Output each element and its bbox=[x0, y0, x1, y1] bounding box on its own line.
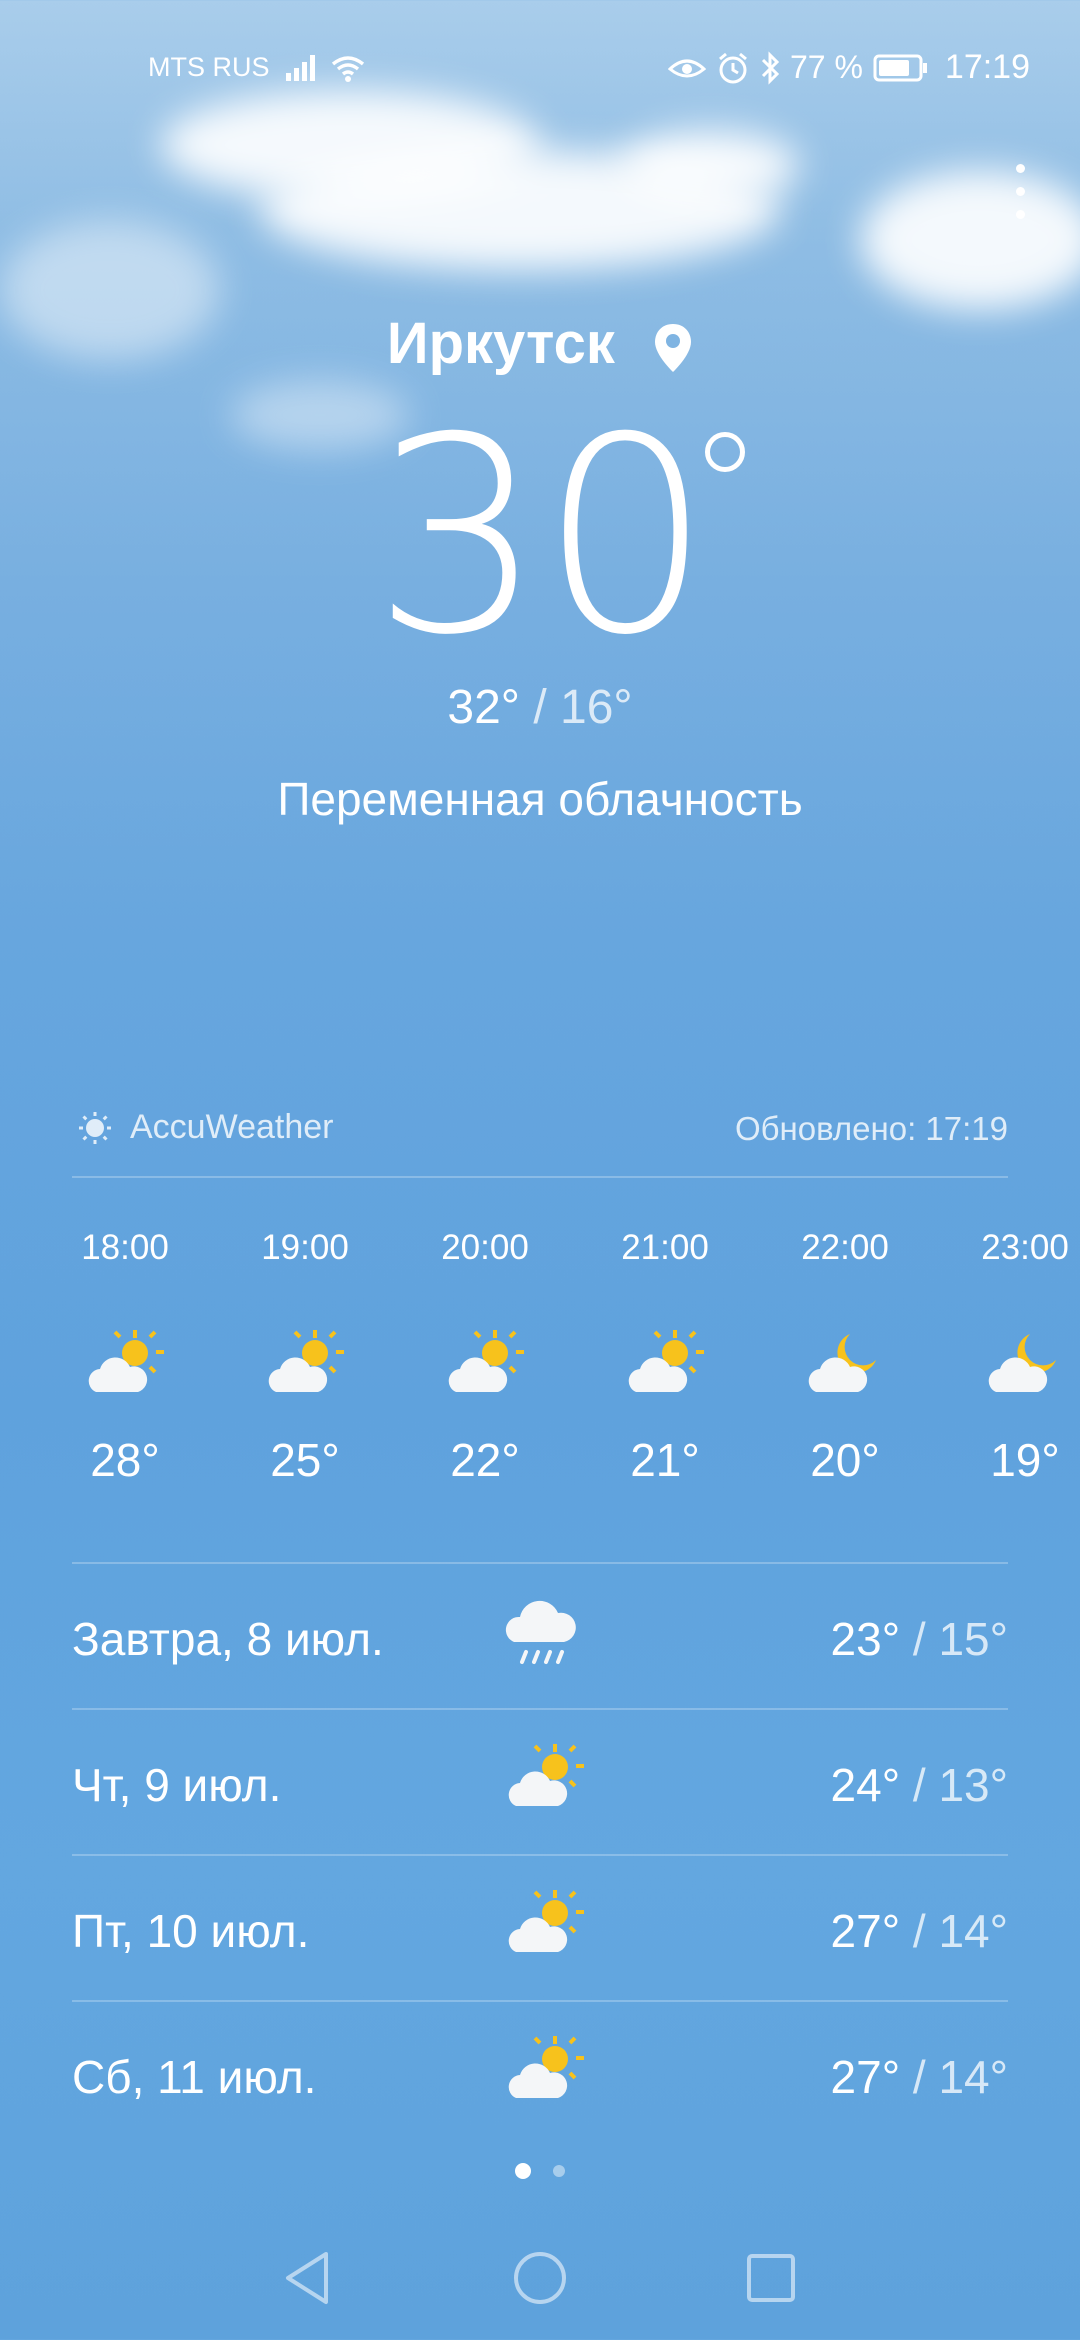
back-icon[interactable] bbox=[282, 2250, 332, 2306]
degree-symbol bbox=[705, 432, 745, 472]
partly-sunny-icon bbox=[628, 1330, 704, 1392]
navigation-bar bbox=[0, 2240, 1080, 2320]
day-range: 27° / 14° bbox=[831, 2050, 1008, 2104]
hour-item: 20:00 22° bbox=[395, 1228, 575, 1487]
provider-link[interactable]: AccuWeather bbox=[78, 1108, 333, 1147]
day-label: Пт, 10 июл. bbox=[72, 1905, 310, 1957]
carrier-label: MTS RUS bbox=[148, 52, 270, 82]
day-low: 13° bbox=[938, 1759, 1008, 1811]
location-pin-icon bbox=[655, 323, 692, 372]
rain-icon bbox=[505, 1600, 576, 1664]
divider bbox=[72, 1176, 1008, 1178]
hour-item: 18:00 28° bbox=[35, 1228, 215, 1487]
hilo-separator: / bbox=[912, 1759, 926, 1811]
day-label: Сб, 11 июл. bbox=[72, 2051, 317, 2103]
today-low: 16° bbox=[560, 681, 633, 734]
hour-item: 19:00 25° bbox=[215, 1228, 395, 1487]
daily-row[interactable]: Пт, 10 июл. 27° / 14° bbox=[72, 1856, 1008, 2002]
hour-item: 23:00 19° bbox=[935, 1228, 1080, 1487]
partly-cloudy-night-icon bbox=[988, 1334, 1056, 1392]
partly-sunny-icon bbox=[448, 1330, 524, 1392]
recents-icon[interactable] bbox=[745, 2252, 797, 2304]
high-low: 32° / 16° bbox=[0, 680, 1080, 735]
day-low: 15° bbox=[938, 1613, 1008, 1665]
hour-time: 21:00 bbox=[621, 1228, 709, 1267]
bluetooth-icon bbox=[761, 50, 780, 85]
daily-row[interactable]: Завтра, 8 июл. 23° / 15° bbox=[72, 1564, 1008, 1710]
hour-temp: 21° bbox=[630, 1434, 700, 1486]
day-low: 14° bbox=[938, 1905, 1008, 1957]
hour-temp: 20° bbox=[810, 1434, 880, 1486]
day-high: 27° bbox=[830, 2051, 901, 2103]
current-temperature: 30 bbox=[372, 379, 712, 694]
hour-time: 18:00 bbox=[81, 1228, 169, 1267]
hour-item: 22:00 20° bbox=[755, 1228, 935, 1487]
hour-time: 22:00 bbox=[801, 1228, 889, 1267]
today-high: 32° bbox=[447, 681, 520, 734]
hilo-separator: / bbox=[912, 1613, 926, 1665]
page-dot bbox=[553, 2165, 565, 2177]
day-high: 27° bbox=[830, 1905, 901, 1957]
accuweather-sun-icon bbox=[79, 1111, 111, 1144]
partly-sunny-icon bbox=[508, 1744, 584, 1806]
day-label: Завтра, 8 июл. bbox=[72, 1613, 384, 1665]
partly-sunny-icon bbox=[88, 1330, 164, 1392]
page-dot-active bbox=[515, 2163, 531, 2179]
hour-time: 19:00 bbox=[261, 1228, 349, 1267]
day-range: 24° / 13° bbox=[831, 1758, 1008, 1812]
hilo-separator: / bbox=[912, 2051, 926, 2103]
day-range: 23° / 15° bbox=[831, 1612, 1008, 1666]
day-high: 24° bbox=[830, 1759, 901, 1811]
day-low: 14° bbox=[938, 2051, 1008, 2103]
city-name: Иркутск bbox=[386, 311, 615, 376]
hilo-separator: / bbox=[533, 681, 547, 734]
battery-icon bbox=[873, 54, 927, 81]
daily-row[interactable]: Чт, 9 июл. 24° / 13° bbox=[72, 1710, 1008, 1856]
wifi-icon bbox=[331, 55, 364, 82]
hour-temp: 22° bbox=[450, 1434, 520, 1486]
partly-sunny-icon bbox=[508, 1890, 584, 1952]
provider-name: AccuWeather bbox=[130, 1108, 334, 1146]
daily-row[interactable]: Сб, 11 июл. 27° / 14° bbox=[72, 2002, 1008, 2148]
hilo-separator: / bbox=[912, 1905, 926, 1957]
updated-time: Обновлено: 17:19 bbox=[734, 1110, 1008, 1147]
hour-item: 21:00 21° bbox=[575, 1228, 755, 1487]
signal-icon bbox=[285, 54, 315, 81]
condition-text: Переменная облачность bbox=[277, 773, 803, 825]
alarm-icon bbox=[719, 52, 747, 83]
day-high: 23° bbox=[830, 1613, 901, 1665]
partly-sunny-icon bbox=[508, 2036, 584, 2098]
more-options-icon[interactable] bbox=[1012, 164, 1028, 222]
partly-sunny-icon bbox=[268, 1330, 344, 1392]
hour-temp: 28° bbox=[90, 1434, 160, 1486]
hour-time: 23:00 bbox=[981, 1228, 1069, 1267]
hour-time: 20:00 bbox=[441, 1228, 529, 1267]
day-label: Чт, 9 июл. bbox=[72, 1759, 282, 1811]
clock: 17:19 bbox=[944, 48, 1030, 86]
hour-temp: 19° bbox=[990, 1434, 1060, 1486]
status-bar: MTS RUS 77 % 17:19 bbox=[0, 44, 1080, 92]
day-range: 27° / 14° bbox=[831, 1904, 1008, 1958]
hour-temp: 25° bbox=[270, 1434, 340, 1486]
eye-comfort-icon bbox=[667, 59, 706, 77]
city-header[interactable]: Иркутск bbox=[0, 310, 1080, 377]
partly-cloudy-night-icon bbox=[808, 1334, 876, 1392]
home-icon[interactable] bbox=[512, 2250, 568, 2306]
page-indicator[interactable] bbox=[0, 2163, 1080, 2179]
battery-percent: 77 % bbox=[789, 49, 863, 85]
